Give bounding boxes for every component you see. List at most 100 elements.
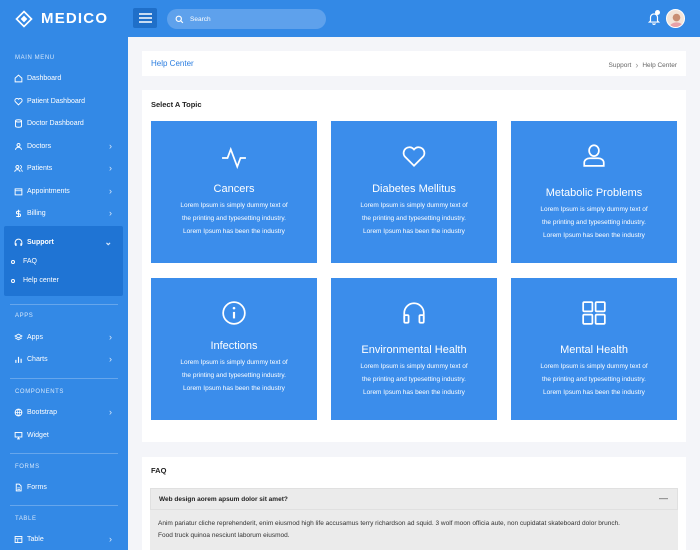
breadcrumb-support[interactable]: Support (609, 62, 632, 69)
chevron-right-icon: › (109, 141, 112, 151)
topic-title: Metabolic Problems (545, 187, 643, 199)
page-title: Help Center (151, 59, 194, 68)
chevron-right-icon: › (109, 354, 112, 364)
sidebar-subitem-help-center[interactable]: Help center (11, 277, 59, 284)
bullet-icon (11, 278, 15, 283)
headphones-icon (13, 237, 23, 247)
section-label-apps: APPS (15, 313, 34, 319)
topic-description: Lorem Ipsum is simply dummy text of the … (167, 356, 301, 395)
section-label-table: TABLE (15, 516, 37, 522)
sidebar-item-patient-dashboard[interactable]: Patient Dashboard (0, 91, 128, 111)
faq-question-toggle[interactable]: Web design aorem apsum dolor sit amet? — (150, 488, 678, 510)
topic-desc-line: the printing and typesetting industry. (362, 376, 466, 383)
chevron-right-icon: › (109, 332, 112, 342)
sidebar-item-billing[interactable]: Billing › (0, 203, 128, 223)
chevron-right-icon: › (109, 208, 112, 218)
info-icon (222, 301, 246, 325)
sidebar-item-support[interactable]: Support ⌄ (0, 232, 128, 252)
topic-desc-line: Lorem Ipsum is simply dummy text of (540, 363, 648, 370)
sidebar-item-label: Doctors (27, 142, 52, 150)
avatar[interactable] (666, 9, 685, 28)
sidebar-item-label: Charts (27, 355, 48, 363)
sidebar-divider (10, 505, 118, 506)
topic-desc-line: Lorem Ipsum has been the industry (363, 228, 465, 235)
sidebar-item-label: Appointments (27, 187, 70, 195)
sidebar-item-charts[interactable]: Charts › (0, 349, 128, 369)
section-label-components: COMPONENTS (15, 389, 65, 395)
chevron-right-icon: › (635, 60, 639, 70)
heart-icon (13, 96, 23, 106)
topic-desc-line: Lorem Ipsum is simply dummy text of (180, 202, 288, 209)
topic-tile-diabetes[interactable]: Diabetes Mellitus Lorem Ipsum is simply … (331, 121, 497, 263)
sidebar-divider (10, 378, 118, 379)
sidebar-item-dashboard[interactable]: Dashboard (0, 68, 128, 88)
calendar-icon (13, 186, 23, 196)
topics-panel: Select A Topic Cancers Lorem Ipsum is si… (142, 90, 686, 442)
sidebar-item-label: Widget (27, 431, 49, 439)
chevron-right-icon: › (109, 186, 112, 196)
topic-tile-cancers[interactable]: Cancers Lorem Ipsum is simply dummy text… (151, 121, 317, 263)
sidebar-item-label: Patients (27, 164, 53, 172)
home-icon (13, 73, 23, 83)
topic-desc-line: Lorem Ipsum is simply dummy text of (180, 359, 288, 366)
sidebar-subitem-label: FAQ (23, 258, 38, 265)
brand-logo[interactable]: MEDICO (0, 0, 128, 37)
page-header: Help Center Support › Help Center (142, 51, 686, 76)
sidebar-item-doctors[interactable]: Doctors › (0, 136, 128, 156)
chevron-down-icon: ⌄ (104, 236, 112, 247)
topic-desc-line: Lorem Ipsum has been the industry (183, 385, 285, 392)
sidebar-item-label: Forms (27, 483, 47, 491)
topic-description: Lorem Ipsum is simply dummy text of the … (527, 360, 661, 399)
sidebar-item-widget[interactable]: Widget (0, 425, 128, 445)
topic-tile-infections[interactable]: Infections Lorem Ipsum is simply dummy t… (151, 278, 317, 420)
topic-description: Lorem Ipsum is simply dummy text of the … (167, 199, 301, 238)
sidebar-subitem-faq[interactable]: FAQ (11, 258, 37, 265)
sidebar-item-label: Dashboard (27, 74, 62, 82)
activity-icon (222, 146, 246, 170)
sidebar-item-patients[interactable]: Patients › (0, 158, 128, 178)
topic-desc-line: the printing and typesetting industry. (542, 219, 646, 226)
sidebar-item-appointments[interactable]: Appointments › (0, 181, 128, 201)
chevron-right-icon: › (109, 534, 112, 544)
search-input[interactable]: Search (167, 9, 326, 29)
chevron-right-icon: › (109, 163, 112, 173)
faq-question: Web design aorem apsum dolor sit amet? (159, 496, 288, 503)
menu-toggle-button[interactable] (133, 8, 157, 28)
sidebar-item-doctor-dashboard[interactable]: Doctor Dashboard (0, 113, 128, 133)
section-label-main-menu: MAIN MENU (15, 55, 55, 61)
breadcrumb: Support › Help Center (609, 60, 677, 70)
sidebar-item-apps[interactable]: Apps › (0, 327, 128, 347)
collapse-icon: — (659, 493, 668, 503)
topic-desc-line: the printing and typesetting industry. (182, 372, 286, 379)
topic-title: Mental Health (560, 344, 628, 356)
sidebar: MEDICO MAIN MENU Dashboard Patient Dashb… (0, 0, 128, 550)
sidebar-item-bootstrap[interactable]: Bootstrap › (0, 402, 128, 422)
topic-desc-line: Lorem Ipsum is simply dummy text of (540, 206, 648, 213)
heart-icon (402, 146, 426, 167)
topic-tile-environmental[interactable]: Environmental Health Lorem Ipsum is simp… (331, 278, 497, 420)
users-icon (13, 163, 23, 173)
topic-desc-line: Lorem Ipsum is simply dummy text of (360, 363, 468, 370)
search-icon (175, 15, 184, 23)
topic-tile-metabolic[interactable]: Metabolic Problems Lorem Ipsum is simply… (511, 121, 677, 263)
breadcrumb-current: Help Center (642, 61, 677, 69)
section-label-forms: FORMS (15, 464, 40, 470)
sidebar-divider (10, 453, 118, 454)
topic-description: Lorem Ipsum is simply dummy text of the … (347, 360, 481, 399)
topbar: Search (128, 0, 700, 37)
topic-desc-line: the printing and typesetting industry. (362, 215, 466, 222)
faq-answer-line: Food truck quinoa nesciunt laborum eiusm… (158, 532, 290, 539)
layers-icon (13, 332, 23, 342)
topic-desc-line: Lorem Ipsum has been the industry (183, 228, 285, 235)
topic-desc-line: the printing and typesetting industry. (182, 215, 286, 222)
file-icon (13, 482, 23, 492)
bullet-icon (11, 259, 15, 264)
topic-desc-line: the printing and typesetting industry. (542, 376, 646, 383)
user-icon (13, 141, 23, 151)
brand-name: MEDICO (41, 10, 109, 27)
topic-tile-mental-health[interactable]: Mental Health Lorem Ipsum is simply dumm… (511, 278, 677, 420)
sidebar-item-table[interactable]: Table › (0, 529, 128, 549)
notification-badge (655, 10, 660, 15)
sidebar-item-forms[interactable]: Forms (0, 477, 128, 497)
topic-title: Environmental Health (361, 344, 467, 356)
